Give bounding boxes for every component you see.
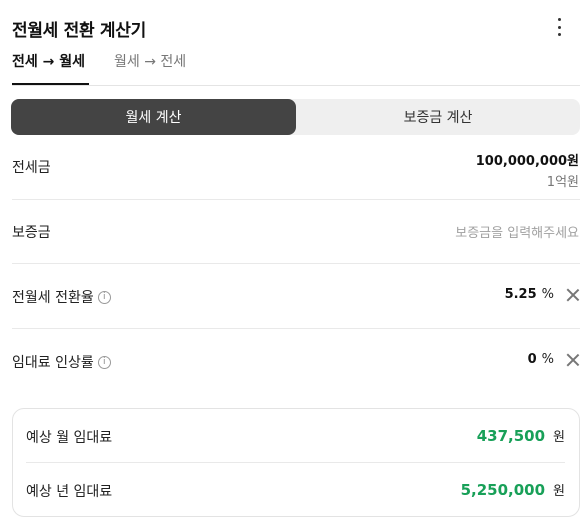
- close-icon[interactable]: [566, 353, 580, 367]
- tab-wolse-to-jeonse[interactable]: 월세 → 전세: [114, 52, 186, 85]
- rent-increase-row: 임대료 인상률 i 0 %: [12, 329, 580, 393]
- tab-jeonse-to-wolse[interactable]: 전세 → 월세: [12, 52, 89, 85]
- monthly-rent-label: 예상 월 임대료: [26, 430, 113, 446]
- won-unit: 원: [553, 484, 565, 499]
- header: 전월세 전환 계산기: [12, 14, 576, 42]
- tab-bar: 전세 → 월세 월세 → 전세: [12, 52, 580, 86]
- monthly-rent-value: 437,500: [476, 427, 546, 445]
- yearly-rent-label: 예상 년 임대료: [26, 484, 113, 500]
- result-card: 예상 월 임대료 437,500 원 예상 년 임대료 5,250,000 원: [12, 408, 580, 517]
- monthly-rent-value-group: 437,500 원: [477, 426, 565, 445]
- rent-increase-label-group: 임대료 인상률 i: [12, 352, 111, 372]
- conversion-rate-row: 전월세 전환율 i 5.25 %: [12, 264, 580, 329]
- conversion-rate-value-group: 5.25 %: [505, 287, 580, 302]
- yearly-rent-value-group: 5,250,000 원: [461, 480, 565, 499]
- rent-increase-label: 임대료 인상률: [12, 355, 94, 371]
- deposit-label: 보증금: [12, 225, 51, 241]
- percent-unit: %: [541, 352, 554, 367]
- monthly-rent-result-row: 예상 월 임대료 437,500 원: [26, 409, 565, 463]
- yearly-rent-result-row: 예상 년 임대료 5,250,000 원: [26, 463, 565, 517]
- more-vertical-icon[interactable]: [554, 18, 564, 36]
- jeonse-row: 전세금 100,000,000원 1억원: [12, 135, 580, 200]
- won-unit: 원: [553, 430, 565, 445]
- monthly-rent-calc-button[interactable]: 월세 계산: [11, 99, 296, 135]
- info-icon[interactable]: i: [97, 290, 111, 304]
- conversion-rate-input[interactable]: 5.25: [505, 287, 537, 302]
- conversion-rate-label: 전월세 전환율: [12, 290, 94, 306]
- calc-mode-segment: 월세 계산 보증금 계산: [11, 99, 580, 135]
- page-title: 전월세 전환 계산기: [12, 21, 146, 41]
- deposit-input[interactable]: 보증금을 입력해주세요: [455, 222, 579, 241]
- close-icon[interactable]: [566, 288, 580, 302]
- jeonse-amount[interactable]: 100,000,000원: [476, 150, 579, 169]
- rent-increase-input[interactable]: 0: [528, 352, 537, 367]
- jeonse-amount-korean: 1억원: [546, 175, 579, 190]
- conversion-rate-label-group: 전월세 전환율 i: [12, 287, 111, 307]
- deposit-row: 보증금 보증금을 입력해주세요: [12, 200, 580, 264]
- jeonse-label: 전세금: [12, 160, 51, 176]
- info-icon[interactable]: i: [97, 355, 111, 369]
- percent-unit: %: [541, 287, 554, 302]
- deposit-calc-button[interactable]: 보증금 계산: [296, 99, 580, 135]
- yearly-rent-value: 5,250,000: [460, 481, 546, 499]
- rent-increase-value-group: 0 %: [528, 352, 580, 367]
